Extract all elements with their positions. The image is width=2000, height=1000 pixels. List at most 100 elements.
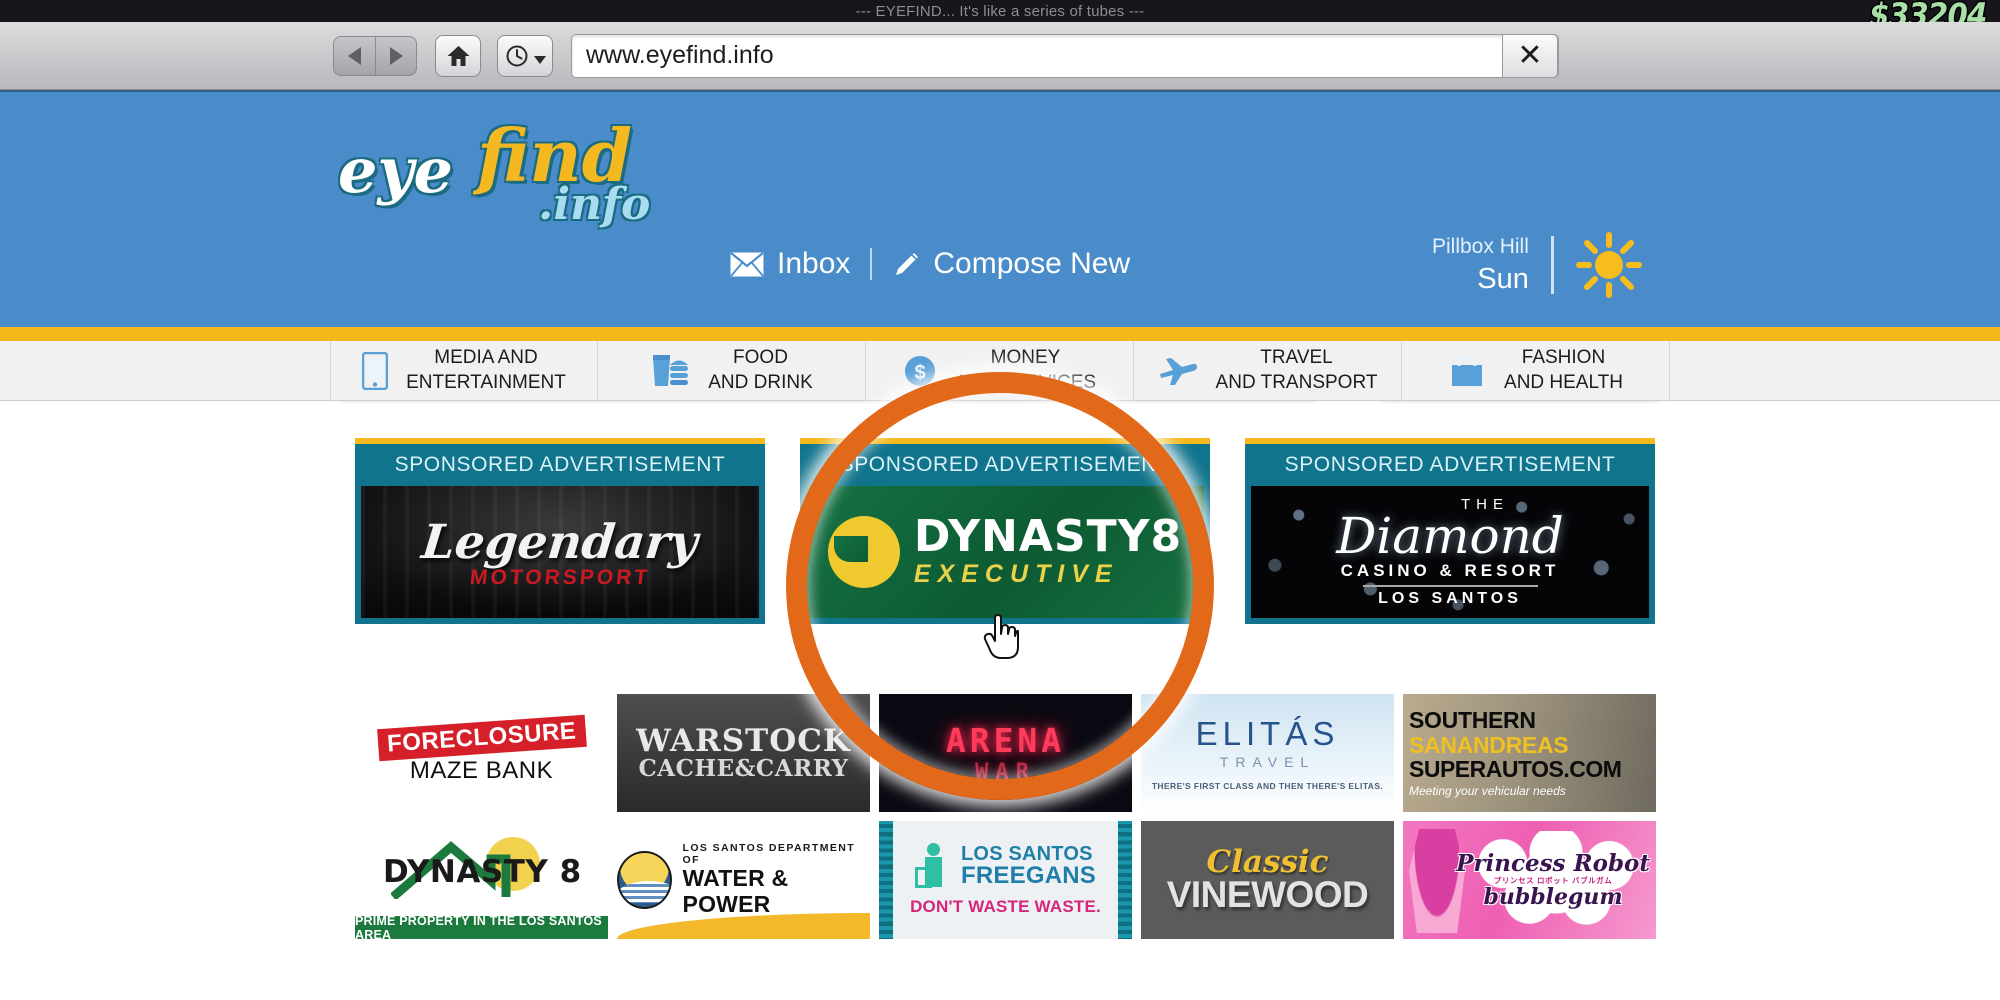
category-label: MEDIA AND ENTERTAINMENT — [406, 346, 566, 395]
category-line1: FOOD — [733, 347, 788, 369]
water-power-text: LOS SANTOS DEPARTMENT OF WATER & POWER — [682, 842, 870, 917]
category-line2: AND TRANSPORT — [1215, 372, 1378, 393]
logo-part-eye: eye — [338, 134, 453, 207]
ad-body[interactable]: Legendary MOTORSPORT — [355, 486, 765, 624]
logo-part-info: .info — [538, 179, 651, 230]
dynasty8-text: DYNASTY8 EXECUTIVE — [914, 515, 1182, 589]
ssa-tagline: Meeting your vehicular needs — [1409, 783, 1566, 798]
warstock-line1: WARSTOCK — [636, 723, 851, 759]
water-power-seal-icon — [617, 851, 672, 909]
weather-widget: Pillbox Hill Sun — [1432, 232, 1642, 298]
ad-card-dynasty8-executive[interactable]: SPONSORED ADVERTISEMENT DYNASTY8 EXECUTI… — [800, 438, 1210, 624]
category-line1: TRAVEL — [1260, 347, 1333, 369]
dynasty8-tagline: PRIME PROPERTY IN THE LOS SANTOS AREA — [355, 913, 602, 940]
nav-button-group — [333, 35, 417, 76]
dynasty8-executive-banner: DYNASTY8 EXECUTIVE — [806, 486, 1204, 618]
princess-line3: bubblegum — [1483, 884, 1623, 911]
ad-header-label: SPONSORED ADVERTISEMENT — [394, 453, 726, 476]
tile-row: DYNASTY 8 PRIME PROPERTY IN THE LOS SANT… — [355, 821, 1656, 939]
browser-title-bar: --- EYEFIND... It's like a series of tub… — [0, 0, 2000, 36]
sun-icon — [1575, 232, 1642, 298]
ad-body[interactable]: THE Diamond CASINO & RESORT LOS SANTOS — [1245, 486, 1655, 624]
freegans-tagline: DON'T WASTE WASTE. — [910, 897, 1101, 916]
warstock-line2: CACHE&CARRY — [638, 755, 849, 782]
category-label: MONEY AND SERVICES — [955, 346, 1096, 395]
address-bar[interactable]: www.eyefind.info ✕ — [571, 33, 1559, 78]
ad-card-diamond-casino[interactable]: SPONSORED ADVERTISEMENT THE Diamond CASI… — [1245, 438, 1655, 624]
back-button[interactable] — [333, 35, 375, 76]
foreclosure-stamp: FORECLOSURE — [376, 714, 587, 761]
legendary-sub-text: MOTORSPORT — [468, 565, 652, 589]
dynasty8-graphic: DYNASTY 8 — [355, 821, 608, 916]
category-food-and-drink[interactable]: FOOD AND DRINK — [598, 341, 866, 401]
dynasty8-label: DYNASTY 8 — [383, 854, 582, 890]
airplane-icon — [1159, 358, 1197, 385]
weather-text: Pillbox Hill Sun — [1432, 233, 1529, 298]
tile-southern-san-andreas-super-autos[interactable]: SOUTHERN SANANDREAS SUPERAUTOS.COM Meeti… — [1403, 694, 1656, 812]
tile-elitas-travel[interactable]: ELITÁS TRAVEL THERE'S FIRST CLASS AND TH… — [1141, 694, 1394, 812]
water-power-line2: WATER & POWER — [682, 865, 789, 917]
freegans-row: LOS SANTOS FREEGANS — [915, 843, 1096, 889]
inbox-label: Inbox — [777, 247, 851, 280]
weather-separator — [1550, 236, 1554, 294]
category-travel-and-transport[interactable]: TRAVEL AND TRANSPORT — [1134, 341, 1402, 401]
history-button[interactable] — [497, 34, 553, 77]
recycling-person-icon — [915, 843, 953, 889]
ssa-line3: SUPERAUTOS.COM — [1409, 755, 1622, 782]
eyefind-logo[interactable]: eye find .info — [333, 110, 650, 230]
ssa-line2: SANANDREAS — [1409, 731, 1569, 758]
yellow-wave-shape — [617, 913, 870, 939]
home-icon — [447, 45, 469, 66]
tile-los-santos-freegans[interactable]: LOS SANTOS FREEGANS DON'T WASTE WASTE. — [879, 821, 1132, 939]
tile-dynasty8[interactable]: DYNASTY 8 PRIME PROPERTY IN THE LOS SANT… — [355, 821, 608, 939]
category-label: FASHION AND HEALTH — [1504, 346, 1623, 395]
princess-line1: Princess Robot — [1456, 849, 1650, 877]
tile-princess-robot-bubblegum[interactable]: Princess Robot プリンセス ロボット バブルガム bubblegu… — [1403, 821, 1656, 939]
water-power-line1: LOS SANTOS DEPARTMENT OF — [682, 842, 856, 866]
freegans-text: LOS SANTOS FREEGANS — [961, 843, 1096, 889]
category-media-and-entertainment[interactable]: MEDIA AND ENTERTAINMENT — [330, 341, 598, 401]
category-line1: MONEY — [990, 347, 1061, 369]
site-header: eye find .info Inbox Compose New Pillbox… — [0, 90, 2000, 399]
category-line2: ENTERTAINMENT — [406, 372, 566, 393]
clear-url-button[interactable]: ✕ — [1502, 33, 1558, 78]
diamond-casino-banner: THE Diamond CASINO & RESORT LOS SANTOS — [1251, 486, 1649, 618]
forward-button[interactable] — [375, 35, 417, 76]
url-text: www.eyefind.info — [586, 41, 774, 69]
yellow-divider — [0, 327, 2000, 341]
tile-arena-war[interactable]: ARENA WAR — [879, 694, 1132, 812]
tile-warstock-cache-and-carry[interactable]: WARSTOCK CACHE&CARRY — [617, 694, 870, 812]
princess-line2: プリンセス ロボット バブルガム — [1493, 875, 1613, 885]
ad-header: SPONSORED ADVERTISEMENT — [355, 444, 765, 486]
chevron-down-icon — [533, 55, 546, 64]
inbox-link[interactable]: Inbox — [730, 247, 850, 281]
shopping-bag-icon — [1452, 355, 1483, 386]
water-power-row: LOS SANTOS DEPARTMENT OF WATER & POWER — [617, 842, 870, 917]
ad-card-legendary-motorsport[interactable]: SPONSORED ADVERTISEMENT Legendary MOTORS… — [355, 438, 765, 624]
elitas-tagline: THERE'S FIRST CLASS AND THEN THERE'S ELI… — [1151, 781, 1384, 791]
envelope-icon — [730, 251, 764, 277]
home-button[interactable] — [435, 34, 481, 77]
tile-classic-vinewood[interactable]: Classic VINEWOOD — [1141, 821, 1394, 939]
svg-text:$: $ — [914, 362, 925, 384]
maze-bank-label: MAZE BANK — [409, 756, 554, 784]
ssa-text: SOUTHERN SANANDREAS SUPERAUTOS.COM Meeti… — [1409, 708, 1622, 798]
compose-new-label: Compose New — [933, 247, 1131, 280]
dynasty8-logo-icon — [827, 516, 900, 588]
weather-condition: Sun — [1477, 263, 1529, 296]
tile-water-and-power[interactable]: LOS SANTOS DEPARTMENT OF WATER & POWER — [617, 821, 870, 939]
diamond-main-text: Diamond — [1336, 507, 1564, 566]
compose-new-link[interactable]: Compose New — [892, 247, 1130, 281]
dynasty8-tagline-bar: PRIME PROPERTY IN THE LOS SANTOS AREA — [355, 913, 608, 940]
ad-body[interactable]: DYNASTY8 EXECUTIVE — [800, 486, 1210, 624]
category-nav: MEDIA AND ENTERTAINMENT FOOD AND DRINK $… — [0, 341, 2000, 401]
category-fashion-and-health[interactable]: FASHION AND HEALTH — [1402, 341, 1670, 401]
tile-maze-bank-foreclosure[interactable]: FORECLOSURE MAZE BANK — [355, 694, 608, 812]
dynasty8-sub-text: EXECUTIVE — [913, 560, 1119, 589]
category-line2: AND SERVICES — [954, 372, 1097, 393]
link-tile-grid: FORECLOSURE MAZE BANK WARSTOCK CACHE&CAR… — [355, 694, 1656, 939]
dynasty8-main-text: DYNASTY8 — [913, 511, 1183, 563]
forward-arrow-icon — [389, 46, 403, 65]
food-icon — [653, 355, 689, 386]
category-money-and-services[interactable]: $ MONEY AND SERVICES — [866, 341, 1134, 401]
